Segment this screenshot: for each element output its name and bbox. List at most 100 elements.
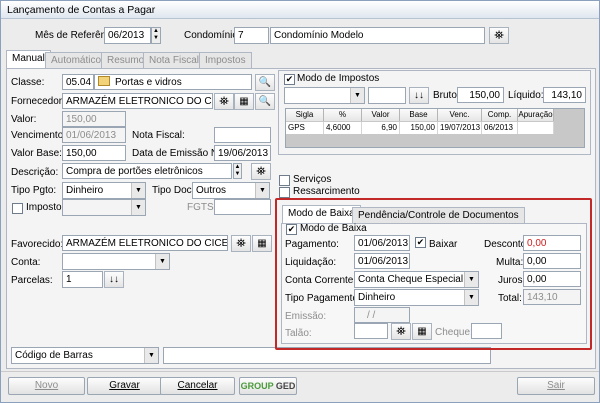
gravar-label: Gravar: [109, 380, 140, 391]
vencimento-input[interactable]: 01/06/2013: [62, 127, 126, 143]
fgts-input[interactable]: [214, 199, 271, 215]
parcelas-arrows-icon[interactable]: ↓↓: [104, 271, 124, 288]
grid-header: Venc.: [438, 109, 482, 121]
grid-cell[interactable]: 150,00: [400, 122, 438, 134]
tipo-pagamento-select[interactable]: Dinheiro: [354, 289, 479, 306]
cancelar-button[interactable]: Cancelar: [160, 377, 235, 395]
servicos-checkbox[interactable]: [279, 175, 290, 186]
fornecedor-label: Fornecedor:: [11, 96, 65, 107]
tab-pendencia[interactable]: Pendência/Controle de Documentos: [352, 207, 525, 224]
grid-header: Sigla: [286, 109, 324, 121]
emissao-input[interactable]: / /: [354, 307, 410, 323]
modo-impostos-checkbox[interactable]: ✔: [284, 74, 295, 85]
modo-baixa-label: Modo de Baixa: [300, 223, 367, 234]
nota-fiscal-input[interactable]: [214, 127, 271, 143]
ged-label: GED: [275, 381, 296, 391]
ressarcimento-checkbox[interactable]: [279, 187, 290, 198]
sair-button[interactable]: Sair: [517, 377, 595, 395]
favorecido-binoculars-icon[interactable]: ⛯: [231, 235, 251, 252]
condominio-code-input[interactable]: 7: [234, 27, 269, 44]
talao-binoculars-icon[interactable]: ⛯: [391, 323, 411, 340]
cheque-input[interactable]: [471, 323, 502, 339]
search-icon[interactable]: 🔍: [255, 74, 275, 91]
mes-input[interactable]: 06/2013: [104, 27, 151, 44]
tab-modo-baixa[interactable]: Modo de Baixa: [282, 205, 361, 224]
talao-card-icon[interactable]: ▦: [412, 323, 432, 340]
impostos-value-input[interactable]: [368, 87, 406, 104]
grid-header: Valor: [362, 109, 400, 121]
valor-base-input[interactable]: 150,00: [62, 145, 126, 161]
impostos-select[interactable]: [284, 87, 365, 104]
impostos-arrows-icon[interactable]: ↓↓: [409, 87, 429, 104]
favorecido-card-icon[interactable]: ▦: [252, 235, 272, 252]
tipo-doc-label: Tipo Doc:: [152, 185, 195, 196]
grid-cell[interactable]: 6,90: [362, 122, 400, 134]
classe-code-input[interactable]: 05.04: [62, 74, 94, 90]
modo-impostos-label: Modo de Impostos: [297, 73, 380, 84]
fgts-label: FGTS:: [187, 202, 217, 213]
fornecedor-input[interactable]: ARMAZÉM ELETRONICO DO CICERO: [62, 93, 213, 109]
ressarcimento-label: Ressarcimento: [293, 186, 360, 197]
conta-corrente-select[interactable]: Conta Cheque Especial: [354, 271, 479, 288]
emissao-label: Emissão:: [285, 311, 327, 322]
bruto-label: Bruto:: [433, 90, 460, 101]
fornecedor-card-icon[interactable]: ▦: [234, 93, 254, 110]
novo-button[interactable]: Novo: [8, 377, 85, 395]
novo-label: Novo: [34, 380, 59, 391]
descricao-input[interactable]: Compra de portões eletrônicos: [62, 163, 232, 179]
desconto-input[interactable]: 0,00: [523, 235, 581, 251]
tab-impostos[interactable]: Impostos: [199, 52, 252, 69]
imposto-select[interactable]: [62, 199, 146, 216]
vencimento-label: Vencimento:: [11, 130, 67, 141]
descricao-spinner[interactable]: ▲ ▼: [233, 163, 242, 179]
gravar-button[interactable]: Gravar: [87, 377, 162, 395]
parcelas-label: Parcelas:: [11, 275, 53, 286]
tipo-doc-select[interactable]: Outros: [192, 182, 270, 199]
classe-label: Classe:: [11, 77, 45, 88]
tab-automatico[interactable]: Automático: [45, 52, 108, 69]
pagamento-input[interactable]: 01/06/2013: [354, 235, 410, 251]
condominio-name-field[interactable]: Condomínio Modelo: [270, 27, 485, 44]
grid-cell[interactable]: 19/07/2013: [438, 122, 482, 134]
window: Lançamento de Contas a Pagar Mês de Refe…: [0, 0, 600, 403]
liquido-input[interactable]: 143,10: [543, 87, 586, 103]
tipo-pgto-select[interactable]: Dinheiro: [62, 182, 146, 199]
folder-icon: [98, 76, 110, 86]
grid-cell[interactable]: 4,6000: [324, 122, 362, 134]
favorecido-input[interactable]: ARMAZÉM ELETRONICO DO CICERO: [62, 235, 228, 251]
mes-spinner[interactable]: ▲ ▼: [151, 27, 161, 44]
cheque-label: Cheque:: [435, 327, 473, 338]
grid-cell[interactable]: GPS: [286, 122, 324, 134]
descricao-binoculars-icon[interactable]: ⛯: [251, 163, 271, 180]
liquidacao-input[interactable]: 01/06/2013: [354, 253, 410, 269]
juros-input[interactable]: 0,00: [523, 271, 581, 287]
bruto-input[interactable]: 150,00: [457, 87, 504, 103]
baixar-checkbox[interactable]: ✔: [415, 237, 426, 248]
conta-select[interactable]: [62, 253, 170, 270]
classe-name-field[interactable]: Portas e vidros: [94, 74, 252, 90]
data-emissao-input[interactable]: 19/06/2013: [214, 145, 271, 161]
imposto-checkbox[interactable]: [12, 203, 23, 214]
talao-input[interactable]: [354, 323, 388, 339]
valor-label: Valor:: [11, 114, 37, 125]
servicos-label: Serviços: [293, 174, 332, 185]
grid-header: Base: [400, 109, 438, 121]
liquidacao-label: Liquidação:: [285, 257, 337, 268]
total-input[interactable]: 143,10: [523, 289, 581, 305]
talao-label: Talão:: [285, 328, 312, 339]
grid-header: %: [324, 109, 362, 121]
binoculars-icon[interactable]: ⛯: [489, 27, 509, 44]
multa-input[interactable]: 0,00: [523, 253, 581, 269]
baixar-label: Baixar: [429, 239, 458, 250]
valor-input[interactable]: 150,00: [62, 111, 126, 127]
modo-baixa-checkbox[interactable]: ✔: [286, 224, 297, 235]
codigo-barras-select[interactable]: Código de Barras: [11, 347, 159, 364]
ged-button[interactable]: GROUP GED: [239, 377, 297, 395]
fornecedor-binoculars-icon[interactable]: ⛯: [214, 93, 234, 110]
parcelas-input[interactable]: 1: [62, 271, 103, 288]
tab-nota-fiscal[interactable]: Nota Fiscal: [143, 52, 206, 69]
grid-cell[interactable]: 06/2013: [482, 122, 518, 134]
fornecedor-search-icon[interactable]: 🔍: [255, 93, 275, 110]
grid-cell[interactable]: [518, 122, 554, 134]
data-emissao-label: Data de Emissão NF:: [132, 148, 228, 159]
